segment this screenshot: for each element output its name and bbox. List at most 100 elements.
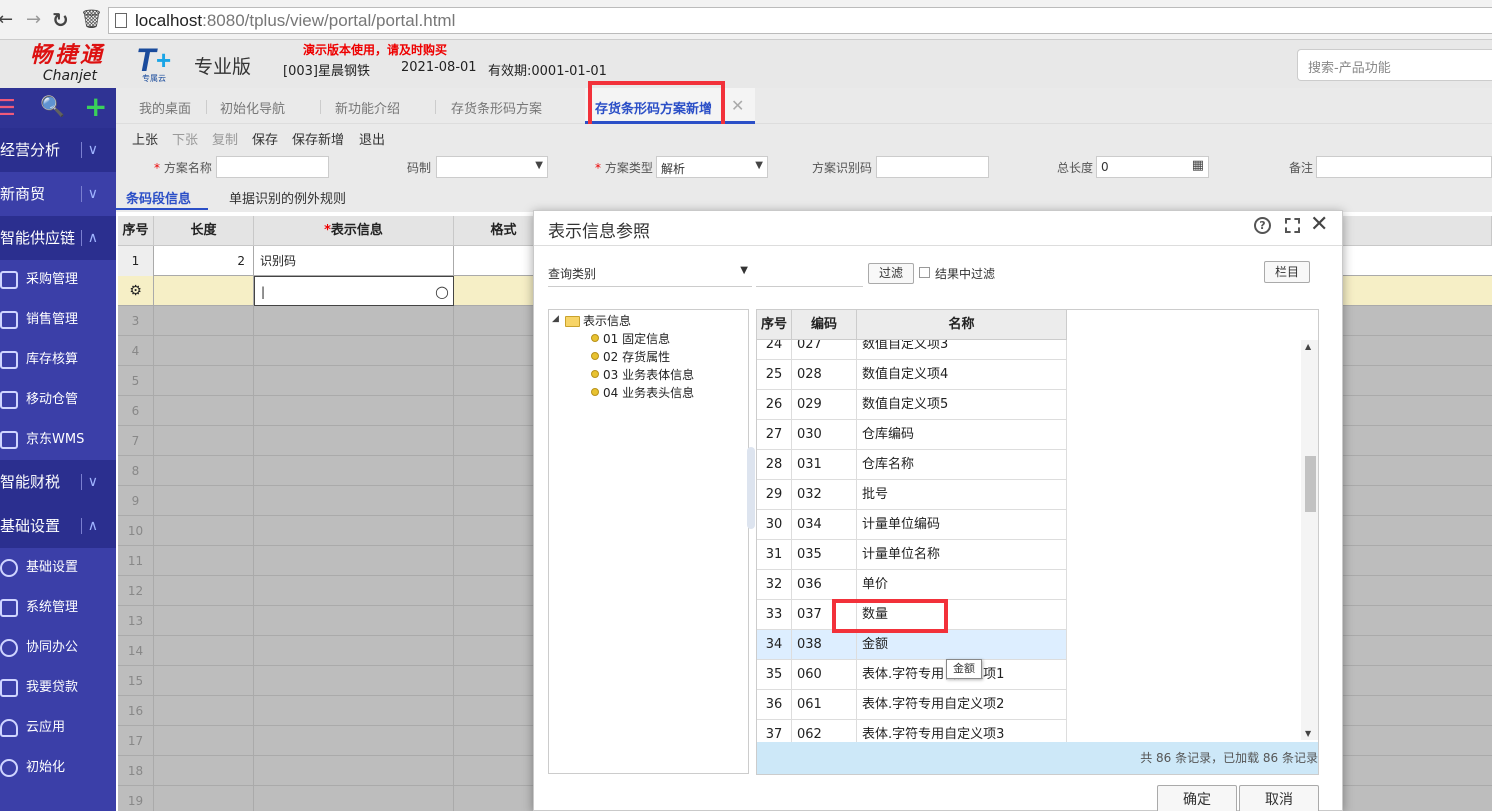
toolbar: 上张 下张 复制 保存 保存新增 退出 — [116, 124, 1492, 152]
brand-en: Chanjet — [42, 68, 97, 84]
chevron-down-icon: ∨ — [87, 474, 98, 490]
sidebar-item-loan[interactable]: 我要贷款 — [0, 668, 116, 708]
trash-icon[interactable]: 🗑 — [80, 9, 103, 31]
tree-item[interactable]: 04 业务表头信息 — [603, 384, 694, 401]
brand-cn: 畅捷通 — [29, 42, 105, 68]
cancel-button[interactable]: 取消 — [1239, 785, 1319, 811]
next-button[interactable]: 下张 — [172, 129, 198, 148]
scrollbar-thumb[interactable] — [1305, 456, 1316, 512]
tree-item[interactable]: 01 固定信息 — [603, 330, 670, 347]
table-row[interactable]: 31 035 计量单位名称 — [757, 540, 1067, 570]
sidebar-section-base[interactable]: 基础设置 ∧ — [0, 504, 116, 548]
row-settings-icon[interactable]: ⚙ — [118, 276, 154, 306]
row-number: 15 — [118, 666, 154, 696]
tab-barcode-scheme[interactable]: 存货条形码方案 — [451, 98, 542, 117]
sidebar-item-sales[interactable]: 销售管理 — [0, 300, 116, 340]
columns-button[interactable]: 栏目 — [1264, 261, 1310, 283]
tab-desktop[interactable]: 我的桌面 — [139, 98, 191, 117]
close-icon[interactable]: ✕ — [1310, 212, 1328, 237]
scroll-down-icon[interactable]: ▼ — [1305, 729, 1311, 738]
company-name[interactable]: [003]星晨钢铁 — [283, 60, 370, 79]
scroll-up-icon[interactable]: ▲ — [1305, 342, 1311, 351]
resize-handle[interactable] — [747, 447, 755, 529]
warehouse-icon — [0, 351, 18, 369]
menu-icon[interactable]: ☰ — [0, 96, 16, 121]
tree-item[interactable]: 03 业务表体信息 — [603, 366, 694, 383]
filter-button[interactable]: 过滤 — [868, 263, 914, 284]
save-button[interactable]: 保存 — [252, 129, 278, 148]
grid-header-no: 序号 — [118, 216, 154, 246]
sidebar-item-office[interactable]: 协同办公 — [0, 628, 116, 668]
table-row[interactable]: 28 031 仓库名称 — [757, 450, 1067, 480]
reload-icon[interactable]: ↻ — [52, 9, 69, 31]
scheme-type-select[interactable]: 解析 ▼ — [656, 156, 768, 178]
address-bar[interactable]: localhost:8080/tplus/view/portal/portal.… — [108, 7, 1492, 34]
back-icon[interactable]: ← — [0, 9, 13, 31]
tab-barcode-scheme-new[interactable]: 存货条形码方案新增 — [585, 88, 755, 124]
tab-new-features[interactable]: 新功能介绍 — [335, 98, 400, 117]
table-row[interactable]: 36 061 表体.字符专用自定义项2 — [757, 690, 1067, 720]
sidebar-item-inventory[interactable]: 库存核算 — [0, 340, 116, 380]
table-row[interactable]: 25 028 数值自定义项4 — [757, 360, 1067, 390]
sidebar-section-supply[interactable]: 智能供应链 ∧ — [0, 216, 116, 260]
table-row[interactable]: 32 036 单价 — [757, 570, 1067, 600]
scheme-name-label: 方案名称 — [163, 161, 212, 175]
sidebar-item-purchase[interactable]: 采购管理 — [0, 260, 116, 300]
help-icon[interactable]: ? — [1254, 217, 1271, 234]
leaf-icon — [591, 352, 599, 360]
sidebar-section-finance[interactable]: 智能财税 ∨ — [0, 460, 116, 504]
sidebar-item-mobile-warehouse[interactable]: 移动仓管 — [0, 380, 116, 420]
close-icon[interactable]: ✕ — [731, 96, 744, 115]
chevron-down-icon: ▼ — [535, 160, 543, 171]
calculator-icon[interactable]: ▦ — [1192, 158, 1204, 173]
table-row[interactable]: 35 060 表体.字符专用自定义项1 — [757, 660, 1067, 690]
sidebar-item-base-settings[interactable]: 基础设置 — [0, 548, 116, 588]
code-select[interactable]: ▼ — [436, 156, 548, 178]
house-icon — [0, 391, 18, 409]
scrollbar[interactable]: ▲ ▼ — [1301, 340, 1318, 740]
chevron-up-icon: ∧ — [87, 518, 98, 534]
sidebar-item-jd-wms[interactable]: 京东WMS — [0, 420, 116, 460]
sidebar-item-cloud[interactable]: 云应用 — [0, 708, 116, 748]
tooltip: 金额 — [946, 659, 982, 679]
info-input[interactable]: | ○ — [254, 276, 454, 306]
search-input[interactable]: 搜索-产品功能 — [1297, 49, 1492, 81]
table-row[interactable]: 30 034 计量单位编码 — [757, 510, 1067, 540]
table-row[interactable]: 29 032 批号 — [757, 480, 1067, 510]
save-new-button[interactable]: 保存新增 — [292, 129, 344, 148]
scheme-id-input[interactable] — [876, 156, 989, 178]
search-icon[interactable]: ○ — [435, 277, 449, 307]
table-row[interactable]: 27 030 仓库编码 — [757, 420, 1067, 450]
scheme-name-input[interactable] — [216, 156, 329, 178]
search-icon[interactable]: 🔍 — [40, 94, 65, 118]
tree-item[interactable]: 02 存货属性 — [603, 348, 670, 365]
ok-button[interactable]: 确定 — [1157, 785, 1237, 811]
add-icon[interactable]: + — [84, 90, 107, 123]
exit-button[interactable]: 退出 — [359, 129, 385, 148]
collapse-icon[interactable]: ◢ — [552, 314, 559, 324]
tab-init-guide[interactable]: 初始化导航 — [220, 98, 285, 117]
total-length-input[interactable]: 0 ▦ — [1096, 156, 1209, 178]
table-row[interactable]: 37 062 表体.字符专用自定义项3 — [757, 720, 1067, 742]
sidebar-section-analysis[interactable]: 经营分析 ∨ — [0, 128, 116, 172]
table-row[interactable]: 34 038 金额 — [757, 630, 1067, 660]
tab-exception-rules[interactable]: 单据识别的例外规则 — [229, 188, 346, 207]
copy-button[interactable]: 复制 — [212, 129, 238, 148]
remark-input[interactable] — [1316, 156, 1492, 178]
scheme-type-label: 方案类型 — [604, 161, 653, 175]
query-input[interactable] — [756, 261, 863, 287]
sidebar-item-init[interactable]: 初始化 — [0, 748, 116, 788]
table-row[interactable]: 26 029 数值自定义项5 — [757, 390, 1067, 420]
sidebar-section-trade[interactable]: 新商贸 ∨ — [0, 172, 116, 216]
forward-icon[interactable]: → — [26, 9, 41, 31]
sidebar-item-system[interactable]: 系统管理 — [0, 588, 116, 628]
table-row[interactable]: 33 037 数量 — [757, 600, 1067, 630]
tab-barcode-segments[interactable]: 条码段信息 — [126, 188, 191, 207]
filter-in-result-checkbox[interactable] — [919, 267, 930, 278]
tree-root[interactable]: 表示信息 — [583, 312, 631, 329]
truck-icon — [0, 431, 18, 449]
maximize-icon[interactable] — [1285, 218, 1300, 233]
query-category-select[interactable]: 查询类别 ▼ — [548, 261, 752, 287]
prev-button[interactable]: 上张 — [132, 129, 158, 148]
folder-icon — [565, 316, 580, 327]
